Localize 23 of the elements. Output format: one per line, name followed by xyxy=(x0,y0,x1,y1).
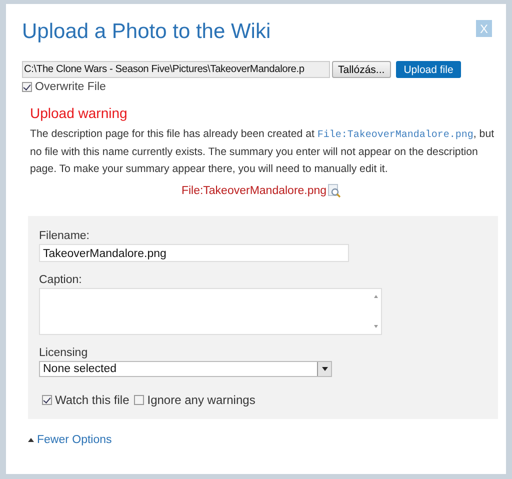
magnifier-icon[interactable] xyxy=(328,184,341,198)
fewer-options-link[interactable]: Fewer Options xyxy=(37,434,112,446)
licensing-dropdown[interactable]: None selected xyxy=(39,361,332,377)
collapse-icon[interactable] xyxy=(28,438,34,442)
option-label: Watch this file xyxy=(55,393,130,407)
caption-label: Caption: xyxy=(39,274,82,286)
overwrite-checkbox[interactable] xyxy=(22,82,32,92)
warning-message: The description page for this file has already been created at File:TakeoverMandalore.png, but no file with this name currently exists. The summary you enter will not appear on the description page. To make your summary appear there, you will need to manually edit it. xyxy=(30,127,496,177)
warning-heading: Upload warning xyxy=(30,105,128,121)
dialog-title: Upload a Photo to the Wiki xyxy=(22,20,271,44)
caption-field[interactable] xyxy=(39,288,382,335)
option-label: Ignore any warnings xyxy=(147,393,256,407)
file-link[interactable]: File:TakeoverMandalore.png xyxy=(181,185,327,197)
filename-field[interactable]: TakeoverMandalore.png xyxy=(39,244,349,262)
overwrite-label: Overwrite File xyxy=(35,81,106,93)
option-checkbox[interactable] xyxy=(42,395,52,405)
file-page-link[interactable]: File:TakeoverMandalore.png xyxy=(317,130,474,141)
file-path-field[interactable]: C:\The Clone Wars - Season Five\Pictures\TakeoverMandalore.p xyxy=(22,61,330,78)
option-checkbox[interactable] xyxy=(134,395,144,405)
browse-button[interactable]: Tallózás... xyxy=(332,61,391,78)
licensing-label: Licensing xyxy=(39,347,88,359)
filename-label: Filename: xyxy=(39,230,90,242)
upload-button[interactable]: Upload file xyxy=(396,61,462,78)
